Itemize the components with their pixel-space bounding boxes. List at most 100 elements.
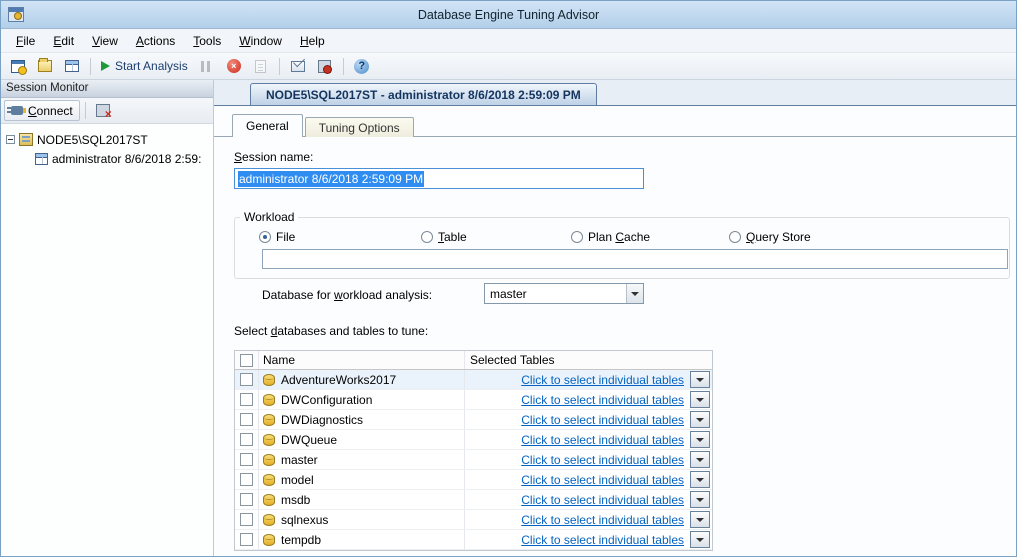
menu-actions[interactable]: Actions	[127, 30, 184, 52]
row-checkbox[interactable]	[240, 513, 253, 526]
tree-item-session[interactable]: administrator 8/6/2018 2:59:	[1, 149, 213, 168]
menu-view[interactable]: View	[83, 30, 127, 52]
databases-table: Name Selected Tables AdventureWorks2017 …	[234, 350, 713, 551]
document-tab[interactable]: NODE5\SQL2017ST - administrator 8/6/2018…	[250, 83, 597, 106]
row-checkbox[interactable]	[240, 433, 253, 446]
tune-databases-label: Select databases and tables to tune:	[234, 324, 428, 338]
menu-help[interactable]: Help	[291, 30, 334, 52]
chevron-down-icon	[696, 538, 704, 542]
database-icon	[263, 474, 275, 486]
combo-dropdown-button[interactable]	[626, 284, 643, 303]
new-session-button[interactable]	[6, 55, 30, 77]
select-tables-link[interactable]: Click to select individual tables	[521, 393, 684, 407]
toolbar-separator	[279, 58, 280, 75]
window-title: Database Engine Tuning Advisor	[1, 8, 1016, 22]
select-tables-link[interactable]: Click to select individual tables	[521, 533, 684, 547]
chevron-down-icon	[696, 498, 704, 502]
chevron-down-icon	[631, 292, 639, 296]
table-row: msdb Click to select individual tables	[235, 490, 712, 510]
apply-recommendations-button[interactable]	[313, 55, 337, 77]
row-checkbox[interactable]	[240, 393, 253, 406]
select-tables-link[interactable]: Click to select individual tables	[521, 473, 684, 487]
tables-dropdown-button[interactable]	[690, 471, 710, 488]
stop-analysis-button[interactable]: ×	[222, 55, 246, 77]
select-tables-link[interactable]: Click to select individual tables	[521, 453, 684, 467]
chevron-down-icon	[696, 398, 704, 402]
app-window: Database Engine Tuning Advisor File Edit…	[0, 0, 1017, 557]
chevron-down-icon	[696, 418, 704, 422]
start-analysis-button[interactable]: Start Analysis	[97, 55, 192, 77]
row-checkbox[interactable]	[240, 373, 253, 386]
table-row: DWQueue Click to select individual table…	[235, 430, 712, 450]
radio-file-label: File	[276, 230, 295, 244]
tables-dropdown-button[interactable]	[690, 431, 710, 448]
disconnect-button[interactable]	[91, 100, 115, 122]
table-row: DWConfiguration Click to select individu…	[235, 390, 712, 410]
tables-dropdown-button[interactable]	[690, 531, 710, 548]
server-gear-icon	[318, 60, 331, 73]
session-table-icon	[35, 153, 48, 165]
tree-item-server[interactable]: NODE5\SQL2017ST	[1, 130, 213, 149]
select-tables-link[interactable]: Click to select individual tables	[521, 373, 684, 387]
select-tables-link[interactable]: Click to select individual tables	[521, 493, 684, 507]
tables-dropdown-button[interactable]	[690, 451, 710, 468]
row-checkbox[interactable]	[240, 473, 253, 486]
toolbar-separator	[85, 102, 86, 119]
tab-general[interactable]: General	[232, 114, 303, 137]
radio-plan-cache[interactable]: Plan Cache	[571, 230, 650, 244]
radio-query-store[interactable]: Query Store	[729, 230, 811, 244]
grid-icon	[65, 60, 79, 72]
tables-dropdown-button[interactable]	[690, 371, 710, 388]
open-session-button[interactable]	[33, 55, 57, 77]
database-icon	[263, 374, 275, 386]
workload-file-input[interactable]	[262, 249, 1008, 269]
import-workload-button[interactable]	[286, 55, 310, 77]
row-checkbox[interactable]	[240, 453, 253, 466]
chevron-down-icon	[696, 518, 704, 522]
menu-file[interactable]: File	[7, 30, 44, 52]
radio-query-store-label: Query Store	[746, 230, 811, 244]
database-name: master	[281, 453, 318, 467]
session-name-label: Session name:	[234, 150, 313, 164]
header-selected-tables[interactable]: Selected Tables	[465, 351, 712, 369]
row-checkbox[interactable]	[240, 493, 253, 506]
session-name-input[interactable]: administrator 8/6/2018 2:59:09 PM	[234, 168, 644, 189]
header-name[interactable]: Name	[259, 351, 465, 369]
radio-file-circle	[259, 231, 271, 243]
collapse-icon[interactable]	[6, 135, 15, 144]
row-checkbox[interactable]	[240, 533, 253, 546]
tables-dropdown-button[interactable]	[690, 491, 710, 508]
tables-dropdown-button[interactable]	[690, 511, 710, 528]
menu-edit[interactable]: Edit	[44, 30, 83, 52]
disconnect-server-icon	[96, 104, 110, 117]
workload-group-label: Workload	[240, 210, 298, 224]
help-button[interactable]: ?	[350, 55, 374, 77]
table-row: AdventureWorks2017 Click to select indiv…	[235, 370, 712, 390]
select-all-checkbox[interactable]	[240, 354, 253, 367]
tab-tuning-options[interactable]: Tuning Options	[305, 117, 414, 137]
select-tables-link[interactable]: Click to select individual tables	[521, 413, 684, 427]
radio-table[interactable]: Table	[421, 230, 467, 244]
radio-file[interactable]: File	[259, 230, 295, 244]
tables-dropdown-button[interactable]	[690, 391, 710, 408]
tables-dropdown-button[interactable]	[690, 411, 710, 428]
database-name: model	[281, 473, 314, 487]
selected-text: administrator 8/6/2018 2:59:09 PM	[238, 171, 424, 187]
workload-database-combo[interactable]: master	[484, 283, 644, 304]
connect-button[interactable]: Connect	[4, 100, 80, 121]
row-checkbox[interactable]	[240, 413, 253, 426]
table-row: master Click to select individual tables	[235, 450, 712, 470]
radio-table-circle	[421, 231, 433, 243]
document-tab-strip: NODE5\SQL2017ST - administrator 8/6/2018…	[214, 80, 1016, 106]
select-tables-link[interactable]: Click to select individual tables	[521, 433, 684, 447]
select-tables-link[interactable]: Click to select individual tables	[521, 513, 684, 527]
new-session-icon	[11, 60, 25, 73]
database-icon	[263, 494, 275, 506]
radio-plan-cache-label: Plan Cache	[588, 230, 650, 244]
menu-tools[interactable]: Tools	[184, 30, 230, 52]
menu-window[interactable]: Window	[230, 30, 291, 52]
pause-analysis-button	[195, 55, 219, 77]
view-grid-button[interactable]	[60, 55, 84, 77]
database-name: DWQueue	[281, 433, 337, 447]
table-row: DWDiagnostics Click to select individual…	[235, 410, 712, 430]
